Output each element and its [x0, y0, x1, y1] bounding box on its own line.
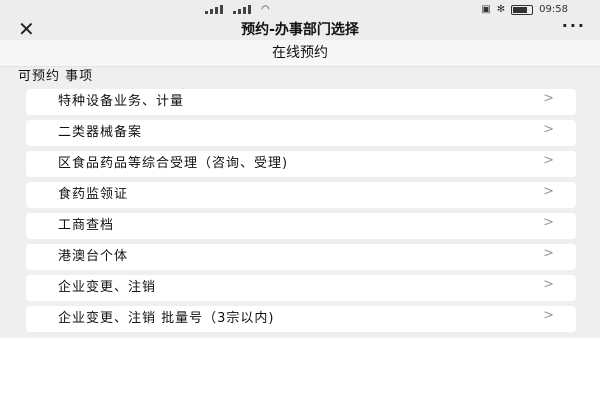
list-item[interactable]: 食药监领证 > [26, 182, 576, 208]
list-item-label: 企业变更、注销 [58, 280, 157, 295]
signal-icon [205, 5, 227, 14]
list-item[interactable]: 企业变更、注销 > [26, 275, 576, 301]
list-item-label: 二类器械备案 [58, 125, 143, 140]
chevron-right-icon: > [543, 215, 554, 230]
list-panel: 可预约 事项 特种设备业务、计量 > 二类器械备案 > 区食品药品等综合受理（咨… [0, 67, 600, 338]
chevron-right-icon: > [543, 91, 554, 106]
list-item-label: 工商查档 [58, 218, 115, 233]
list-item-label: 企业变更、注销 批量号（3宗以内) [58, 311, 275, 326]
list-item-label: 特种设备业务、计量 [58, 94, 185, 109]
more-icon[interactable]: ··· [562, 16, 586, 35]
list-item[interactable]: 企业变更、注销 批量号（3宗以内) > [26, 306, 576, 332]
status-bar: ◠ ▣ ✻ 09:58 [0, 0, 600, 20]
nav-bar: ✕ 预约-办事部门选择 ··· [0, 16, 600, 40]
time: 09:58 [539, 4, 568, 15]
page-title: 预约-办事部门选择 [241, 22, 359, 38]
list-item[interactable]: 工商查档 > [26, 213, 576, 239]
status-left-icons: ◠ [205, 4, 270, 15]
chevron-right-icon: > [543, 153, 554, 168]
chevron-right-icon: > [543, 308, 554, 323]
list-item[interactable]: 二类器械备案 > [26, 120, 576, 146]
section-label: 可预约 事项 [18, 69, 94, 84]
signal-icon-2 [233, 5, 255, 14]
list-item-label: 港澳台个体 [58, 249, 129, 264]
chevron-right-icon: > [543, 122, 554, 137]
wifi-icon: ◠ [261, 4, 270, 15]
status-right-icons: ▣ ✻ 09:58 [481, 4, 568, 15]
chevron-right-icon: > [543, 277, 554, 292]
chevron-right-icon: > [543, 184, 554, 199]
list-item[interactable]: 港澳台个体 > [26, 244, 576, 270]
section-header: 在线预约 [0, 40, 600, 67]
chevron-right-icon: > [543, 246, 554, 261]
nfc-icon: ▣ [481, 4, 491, 15]
alarm-icon: ✻ [496, 4, 506, 15]
list-item-label: 食药监领证 [58, 187, 129, 202]
battery-icon [511, 4, 534, 15]
list-item-label: 区食品药品等综合受理（咨询、受理) [58, 156, 289, 171]
list-item[interactable]: 特种设备业务、计量 > [26, 89, 576, 115]
list-item[interactable]: 区食品药品等综合受理（咨询、受理) > [26, 151, 576, 177]
